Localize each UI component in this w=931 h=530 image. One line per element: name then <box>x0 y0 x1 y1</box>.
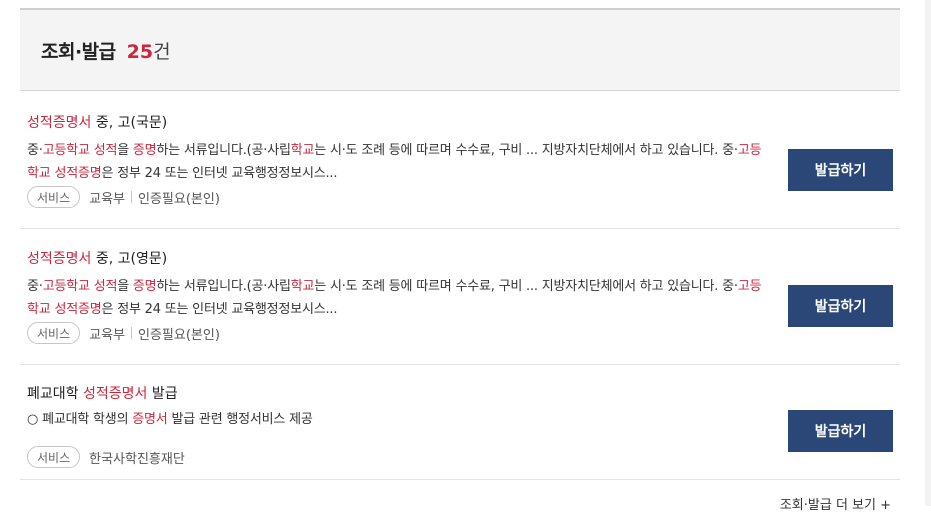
section-header: 조회·발급 25건 <box>20 10 900 91</box>
result-description: 중·고등학교 성적을 증명하는 서류입니다.(공·사립학교는 시·도 조례 등에… <box>27 139 762 185</box>
desc-highlight: 성적 <box>93 279 118 294</box>
title-prefix: 폐교대학 <box>27 386 83 402</box>
auth-requirement: 인증필요(본인) <box>138 191 220 207</box>
title-rest: 발급 <box>147 386 178 402</box>
result-count-unit: 건 <box>153 40 171 63</box>
desc-highlight: 증명서 <box>132 412 168 427</box>
auth-requirement: 인증필요(본인) <box>138 327 220 343</box>
result-meta: 서비스 교육부 인증필요(본인) <box>27 322 220 344</box>
scrollbar[interactable] <box>925 0 931 506</box>
desc-text: 을 <box>117 279 133 294</box>
desc-highlight: 성적증명 <box>54 166 102 181</box>
title-rest: 중, 고(영문) <box>91 251 168 267</box>
title-highlight: 성적증명서 <box>27 251 92 267</box>
desc-text: 발급 관련 행정서비스 제공 <box>167 412 313 427</box>
desc-text: 은 정부 24 또는 인터넷 교육행정정보시스... <box>101 166 338 181</box>
desc-text: 은 정부 24 또는 인터넷 교육행정정보시스... <box>101 302 338 317</box>
result-item: 폐교대학 성적증명서 발급 ○ 폐교대학 학생의 증명서 발급 관련 행정서비스… <box>20 365 900 480</box>
desc-text: ○ 폐교대학 학생의 <box>27 412 133 427</box>
result-item: 성적증명서 중, 고(영문) 중·고등학교 성적을 증명하는 서류입니다.(공·… <box>20 229 900 365</box>
org-name: 한국사학진흥재단 <box>89 451 185 467</box>
result-count: 25건 <box>127 37 171 64</box>
result-title-link[interactable]: 성적증명서 중, 고(영문) <box>27 248 167 268</box>
desc-highlight: 학교 <box>290 143 315 158</box>
result-description: 중·고등학교 성적을 증명하는 서류입니다.(공·사립학교는 시·도 조례 등에… <box>27 275 762 321</box>
desc-text: 중· <box>27 279 43 294</box>
desc-highlight: 성적증명 <box>54 302 102 317</box>
result-count-number: 25 <box>126 40 154 63</box>
issue-button[interactable]: 발급하기 <box>788 410 893 452</box>
desc-text: 을 <box>117 143 133 158</box>
result-description: ○ 폐교대학 학생의 증명서 발급 관련 행정서비스 제공 <box>27 408 762 431</box>
org-name: 교육부 <box>89 327 126 343</box>
desc-text: 하는 서류입니다.(공·사립 <box>156 143 291 158</box>
meta-divider <box>131 327 133 339</box>
issue-button[interactable]: 발급하기 <box>788 149 893 191</box>
view-more-link[interactable]: 조회·발급 더 보기 + <box>780 494 891 513</box>
desc-text: 중· <box>27 143 43 158</box>
result-title-link[interactable]: 성적증명서 중, 고(국문) <box>27 112 167 132</box>
desc-highlight: 학교 <box>290 279 315 294</box>
title-rest: 중, 고(국문) <box>91 115 168 131</box>
desc-text: 는 시·도 조례 등에 따르며 수수료, 구비 ... 지방자치단체에서 하고 … <box>314 279 738 294</box>
search-results-panel: 조회·발급 25건 성적증명서 중, 고(국문) 중·고등학교 성적을 증명하는… <box>20 8 900 530</box>
desc-highlight: 성적 <box>93 143 118 158</box>
result-meta: 서비스 한국사학진흥재단 <box>27 446 185 468</box>
issue-button[interactable]: 발급하기 <box>788 285 893 327</box>
service-tag: 서비스 <box>27 322 81 344</box>
title-highlight: 성적증명서 <box>27 115 92 131</box>
desc-highlight: 증명 <box>132 143 157 158</box>
desc-highlight: 고등학교 <box>42 279 90 294</box>
result-title-link[interactable]: 폐교대학 성적증명서 발급 <box>27 383 178 403</box>
section-title: 조회·발급 <box>41 40 116 63</box>
desc-text: 하는 서류입니다.(공·사립 <box>156 279 291 294</box>
meta-divider <box>131 191 133 203</box>
result-item: 성적증명서 중, 고(국문) 중·고등학교 성적을 증명하는 서류입니다.(공·… <box>20 93 900 229</box>
desc-highlight: 고등학교 <box>42 143 90 158</box>
org-name: 교육부 <box>89 191 126 207</box>
title-highlight: 성적증명서 <box>82 386 148 402</box>
desc-text: 는 시·도 조례 등에 따르며 수수료, 구비 ... 지방자치단체에서 하고 … <box>314 143 738 158</box>
service-tag: 서비스 <box>27 186 81 208</box>
desc-highlight: 증명 <box>132 279 157 294</box>
service-tag: 서비스 <box>27 446 81 468</box>
result-meta: 서비스 교육부 인증필요(본인) <box>27 186 220 208</box>
